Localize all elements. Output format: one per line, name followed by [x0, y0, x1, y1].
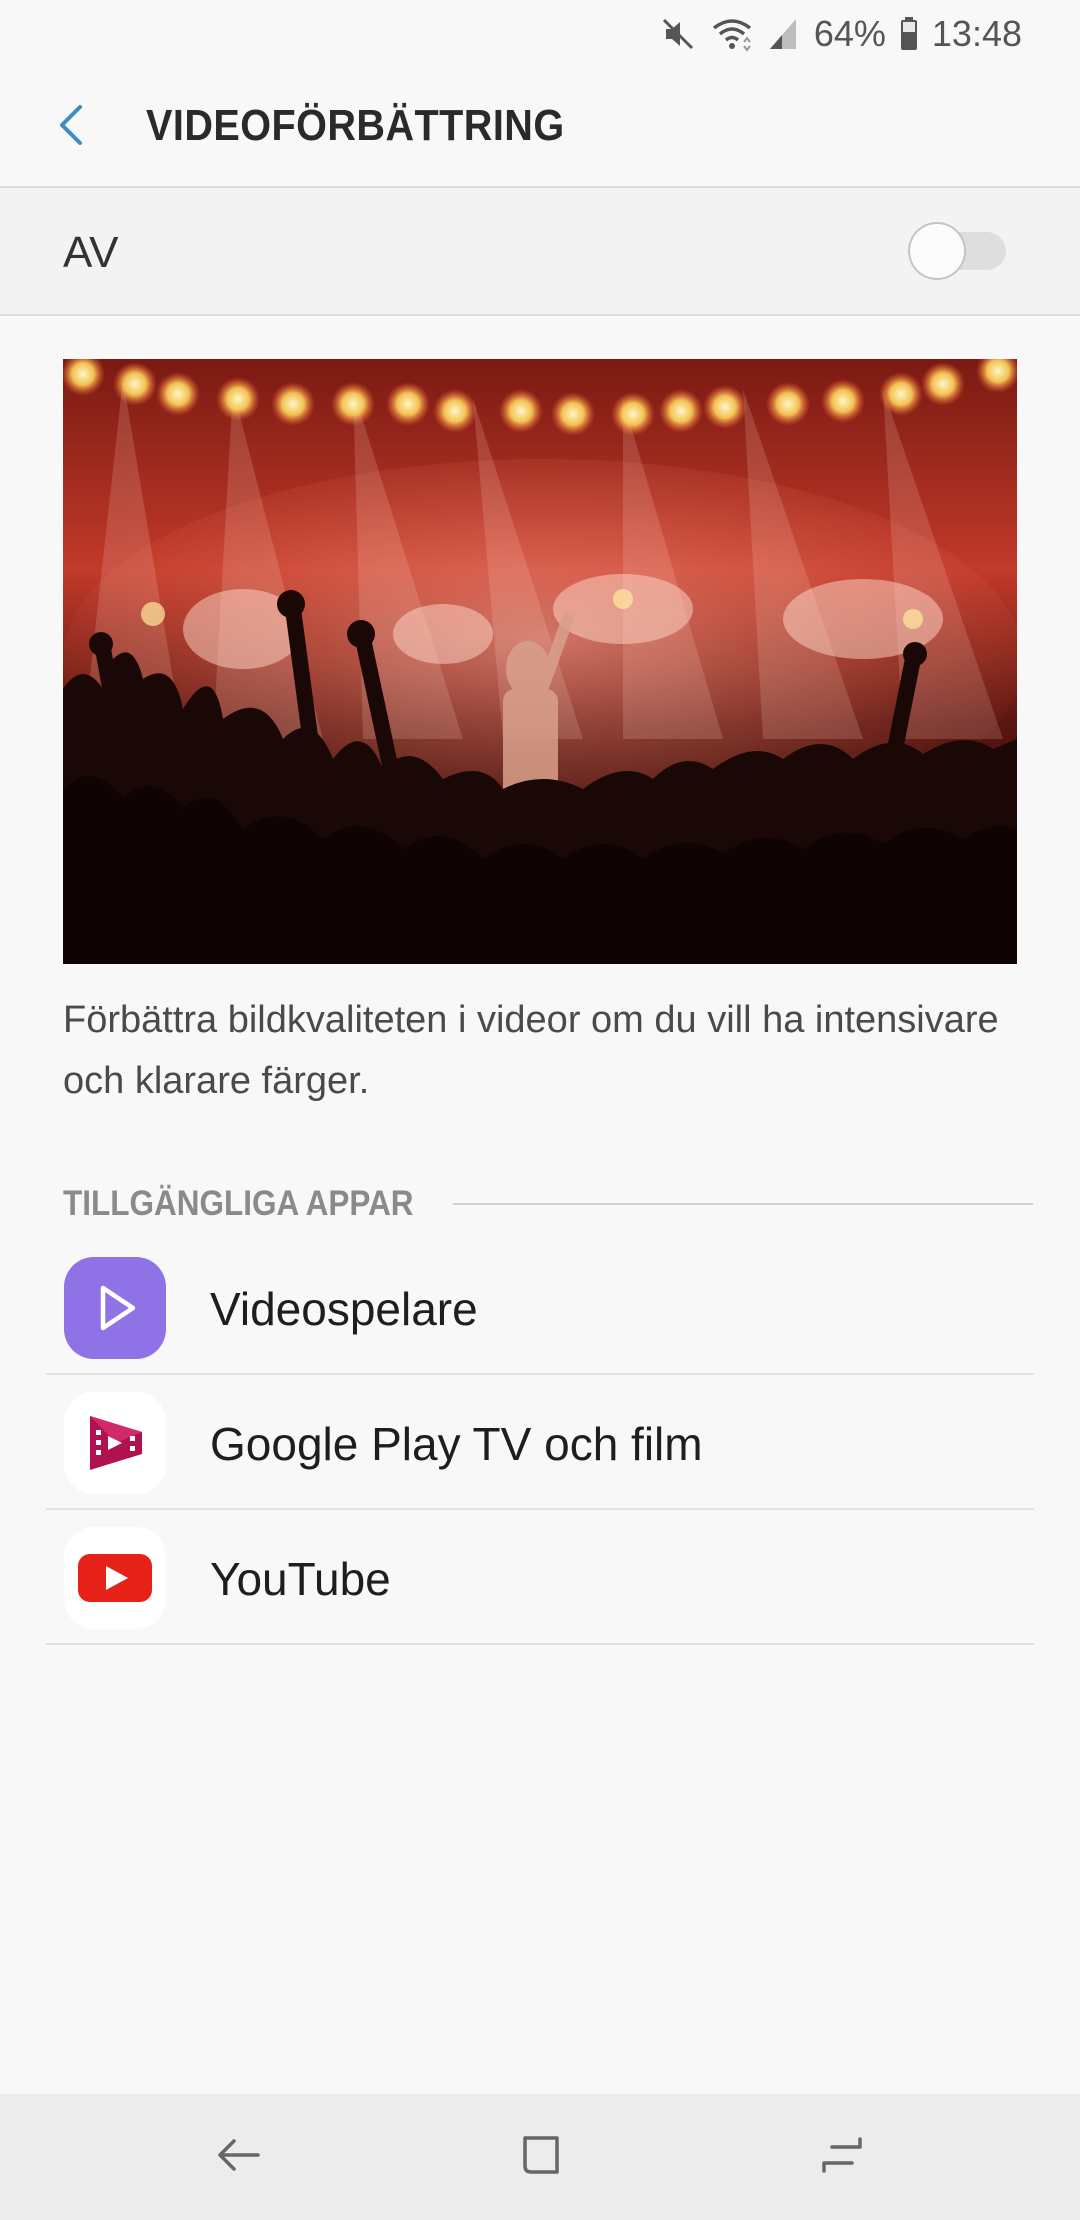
battery-icon — [900, 17, 918, 51]
nav-recents-button[interactable] — [792, 2107, 892, 2207]
toggle-knob — [910, 224, 964, 278]
app-name: Videospelare — [210, 1283, 478, 1335]
back-button[interactable] — [46, 100, 96, 154]
mute-icon — [660, 16, 696, 52]
section-divider — [452, 1203, 1033, 1205]
app-item-google-play-movies[interactable]: Google Play TV och film — [0, 1375, 1080, 1510]
signal-icon — [768, 17, 798, 51]
app-name: Google Play TV och film — [210, 1418, 703, 1470]
master-switch-row[interactable]: AV — [0, 188, 1080, 314]
app-list: Videospelare Google Play TV och film You… — [0, 1240, 1080, 1645]
navigation-bar — [0, 2094, 1080, 2220]
google-play-movies-icon — [64, 1392, 166, 1494]
app-item-youtube[interactable]: YouTube — [0, 1510, 1080, 1645]
section-header: TILLGÄNGLIGA APPAR — [63, 1180, 1033, 1228]
feature-description: Förbättra bildkvaliteten i videor om du … — [63, 999, 999, 1102]
status-time: 13:48 — [931, 13, 1022, 54]
wifi-icon — [710, 16, 754, 52]
youtube-icon — [64, 1527, 166, 1629]
battery-percent: 64% — [813, 13, 886, 54]
nav-back-button[interactable] — [188, 2107, 288, 2207]
master-switch-label: AV — [63, 228, 119, 277]
settings-screen: 64% 13:48 VIDEOFÖRBÄTTRING AV Förbättra … — [0, 0, 1080, 2220]
master-toggle[interactable] — [910, 224, 1010, 278]
concert-preview-image — [63, 359, 1017, 964]
app-bar: VIDEOFÖRBÄTTRING — [0, 68, 1080, 186]
status-bar: 64% 13:48 — [0, 0, 1080, 68]
app-name: YouTube — [210, 1553, 391, 1605]
divider — [0, 314, 1080, 316]
back-arrow-icon — [214, 2133, 262, 2182]
nav-home-button[interactable] — [490, 2107, 590, 2207]
video-player-icon — [64, 1257, 166, 1359]
section-title: TILLGÄNGLIGA APPAR — [63, 1184, 414, 1223]
chevron-left-icon — [56, 103, 86, 152]
recents-icon — [818, 2133, 866, 2182]
divider — [46, 1643, 1034, 1645]
home-icon — [517, 2132, 563, 2183]
app-item-videospelare[interactable]: Videospelare — [0, 1240, 1080, 1375]
page-title: VIDEOFÖRBÄTTRING — [146, 101, 565, 150]
